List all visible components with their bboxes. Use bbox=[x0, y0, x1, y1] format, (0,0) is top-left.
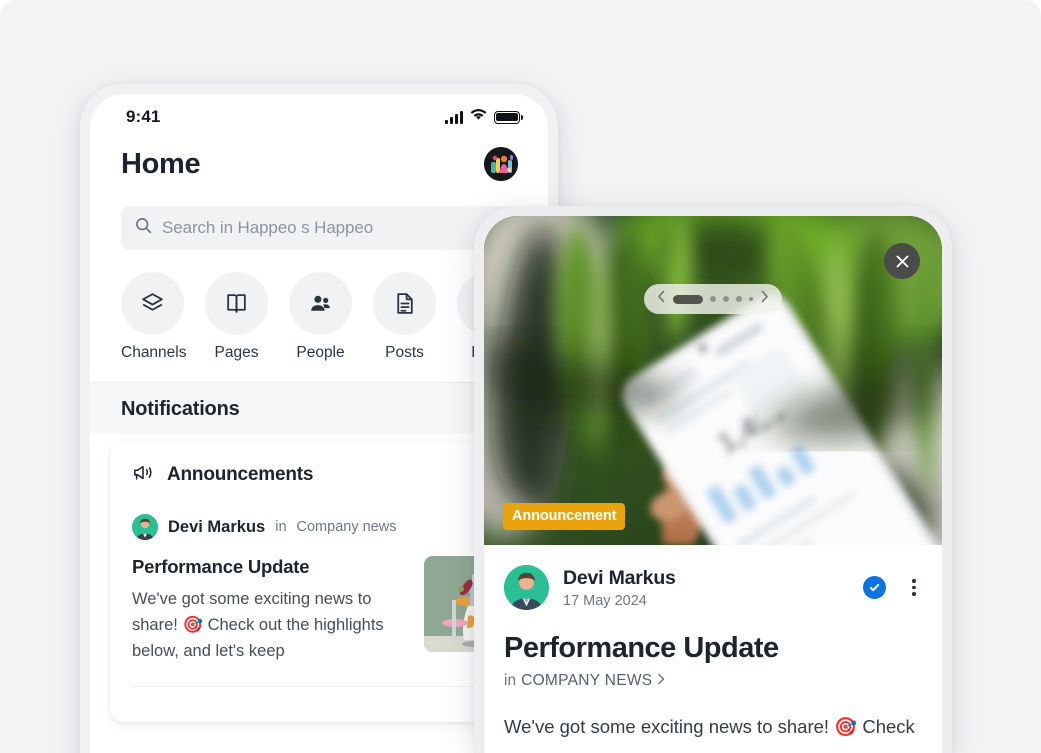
megaphone-icon bbox=[132, 463, 154, 488]
status-bar-time: 9:41 bbox=[126, 107, 161, 126]
quick-action-people[interactable]: People bbox=[289, 272, 352, 362]
quick-action-label: Channels bbox=[121, 344, 187, 361]
notification-post[interactable]: Performance Update We've got some exciti… bbox=[110, 540, 528, 664]
chevron-right-icon[interactable] bbox=[760, 290, 769, 308]
status-bar: 9:41 bbox=[90, 94, 548, 142]
right-phone-frame: 1,459 Announcement Devi Markus 17 May 20… bbox=[474, 206, 952, 753]
notification-context-channel: Company news bbox=[296, 519, 397, 535]
status-bar-icons bbox=[445, 108, 523, 126]
user-avatar[interactable] bbox=[484, 147, 518, 181]
article-channel-name: COMPANY NEWS bbox=[521, 672, 653, 689]
notification-post-excerpt: We've got some exciting news to share! 🎯… bbox=[132, 590, 384, 660]
people-icon bbox=[289, 272, 352, 335]
search-input[interactable]: Search in Happeo s Happeo bbox=[121, 206, 517, 250]
battery-full-icon bbox=[494, 110, 523, 124]
announcement-badge: Announcement bbox=[503, 503, 626, 530]
article-author-meta: Devi Markus 17 May 2024 bbox=[563, 567, 676, 609]
page-canvas: 9:41 Home Search in Happeo s Happeo Chan… bbox=[0, 0, 1041, 753]
notification-post-text: Performance Update We've got some exciti… bbox=[132, 556, 410, 664]
author-avatar[interactable] bbox=[504, 565, 549, 610]
carousel-dot[interactable] bbox=[723, 296, 729, 302]
announcements-header[interactable]: Announcements 5 bbox=[110, 462, 528, 488]
chevron-left-icon[interactable] bbox=[657, 290, 666, 308]
quick-action-channels[interactable]: Channels bbox=[121, 272, 187, 362]
article-hero: 1,459 Announcement bbox=[484, 216, 942, 545]
document-icon bbox=[373, 272, 436, 335]
avatar bbox=[132, 514, 158, 540]
layers-icon bbox=[121, 272, 184, 335]
article-channel-link[interactable]: in COMPANY NEWS bbox=[504, 672, 922, 690]
quick-action-pages[interactable]: Pages bbox=[205, 272, 268, 362]
search-icon bbox=[135, 217, 152, 239]
divider bbox=[132, 686, 506, 687]
verified-check-icon[interactable] bbox=[863, 576, 887, 599]
article-excerpt: We've got some exciting news to share! 🎯… bbox=[504, 716, 915, 737]
article-author-row: Devi Markus 17 May 2024 bbox=[504, 565, 922, 610]
right-phone-screen: 1,459 Announcement Devi Markus 17 May 20… bbox=[484, 216, 942, 753]
announcements-card[interactable]: Announcements 5 Devi Markus bbox=[110, 442, 528, 722]
home-header: Home bbox=[90, 142, 548, 204]
article-author-name: Devi Markus bbox=[563, 566, 676, 589]
wifi-icon bbox=[470, 108, 487, 126]
hero-carousel-control[interactable] bbox=[644, 284, 782, 314]
notification-author-row: Devi Markus in Company news bbox=[110, 488, 528, 540]
notification-post-title: Performance Update bbox=[132, 556, 310, 577]
hand-holding-phone-plant-photo: 1,459 bbox=[484, 216, 942, 545]
announcements-label: Announcements bbox=[167, 464, 314, 485]
carousel-dot[interactable] bbox=[749, 297, 753, 301]
book-open-icon bbox=[205, 272, 268, 335]
notification-author-name: Devi Markus bbox=[168, 517, 266, 536]
close-icon[interactable] bbox=[884, 243, 920, 279]
article-date: 17 May 2024 bbox=[563, 592, 647, 609]
article-title: Performance Update bbox=[504, 632, 779, 664]
page-title: Home bbox=[121, 148, 201, 180]
carousel-dot-active[interactable] bbox=[673, 294, 703, 304]
article-channel-prefix: in bbox=[504, 672, 517, 689]
carousel-dot[interactable] bbox=[736, 296, 742, 302]
kebab-menu-icon[interactable] bbox=[906, 577, 922, 598]
notification-context-prefix: in bbox=[275, 519, 287, 535]
quick-action-label: Posts bbox=[385, 344, 424, 361]
chevron-right-icon bbox=[657, 672, 665, 690]
article-actions bbox=[863, 576, 922, 599]
search-placeholder: Search in Happeo s Happeo bbox=[162, 218, 374, 237]
article-body: Devi Markus 17 May 2024 Performance Upda… bbox=[484, 545, 942, 742]
cellular-signal-icon bbox=[445, 110, 463, 124]
quick-action-label: Pages bbox=[214, 344, 259, 361]
carousel-dot[interactable] bbox=[710, 296, 716, 302]
quick-action-posts[interactable]: Posts bbox=[373, 272, 436, 362]
quick-action-label: People bbox=[296, 344, 345, 361]
